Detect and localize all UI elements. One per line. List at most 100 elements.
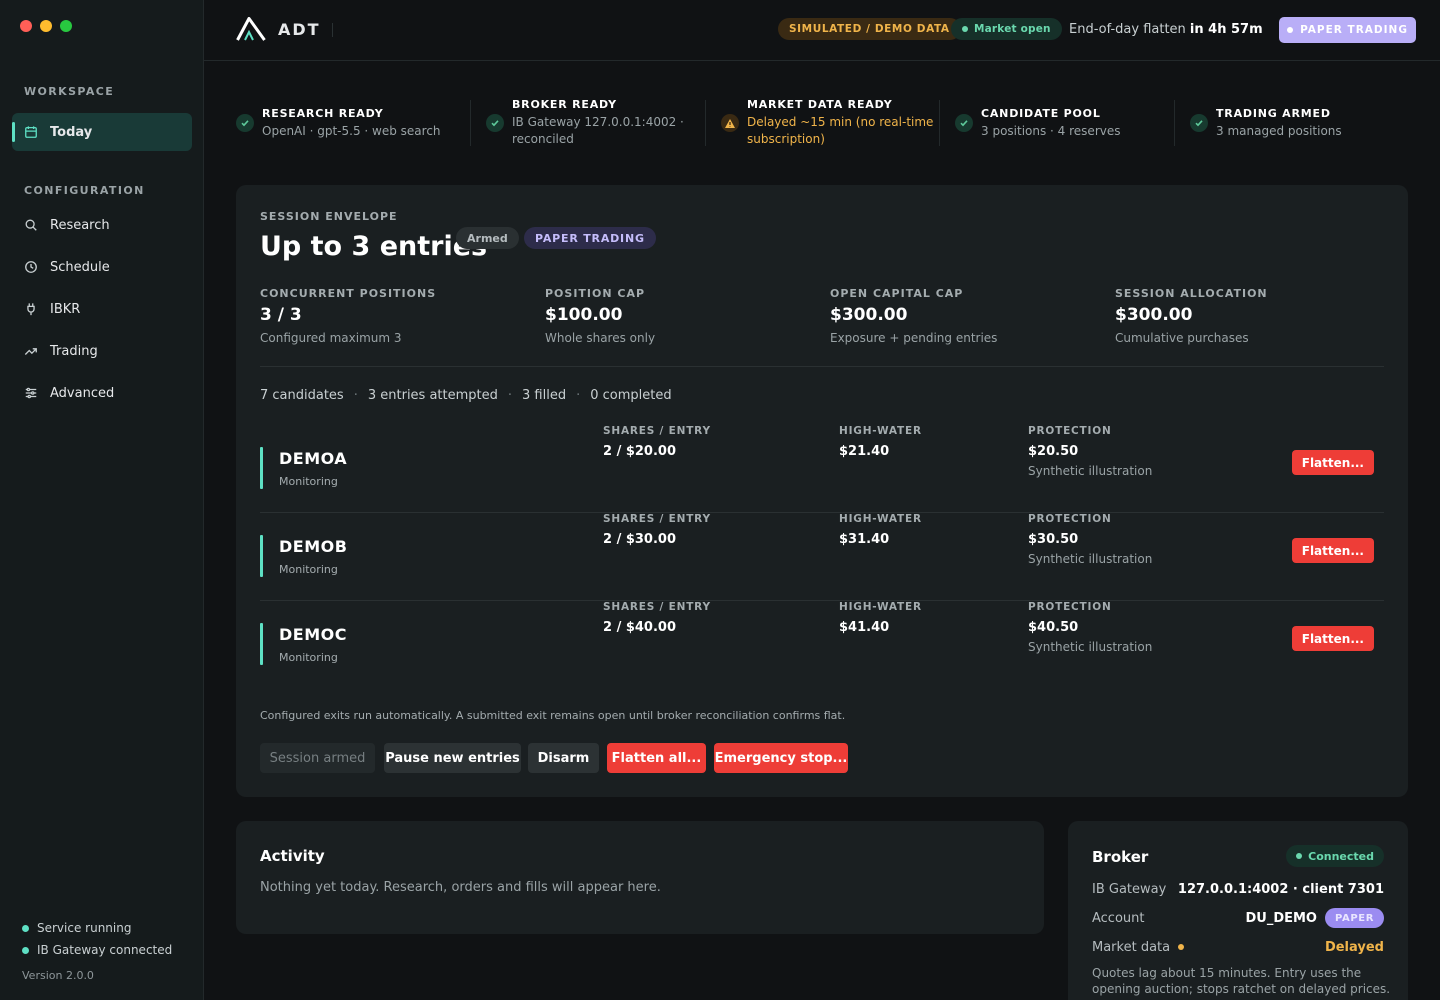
paper-trading-badge: PAPER TRADING [524,227,656,249]
position-symbol: DEMOB [279,537,348,556]
sidebar-item-label: Today [50,124,93,140]
protection-note: Synthetic illustration [1028,552,1153,566]
disarm-button[interactable]: Disarm [528,743,599,773]
market-data-detail-2: subscription) [747,132,825,146]
column-header: SHARES / ENTRY [603,601,711,613]
separator: · [353,388,358,403]
metric-sub: Exposure + pending entries [830,331,998,345]
position-state: Monitoring [279,563,338,576]
divider [332,23,333,37]
minimize-window-button[interactable] [40,20,52,32]
check-icon [486,114,504,132]
brand: ADT [236,17,321,41]
service-status: Service running [22,921,131,935]
sidebar: WORKSPACE Today CONFIGURATION Research S… [0,0,204,1000]
check-icon [1190,114,1208,132]
activity-title: Activity [260,847,325,865]
high-water-value: $31.40 [839,532,890,547]
section-label-workspace: WORKSPACE [24,85,115,98]
flatten-button[interactable]: Flatten... [1291,626,1374,651]
search-icon [25,219,37,231]
sidebar-item-schedule[interactable]: Schedule [12,248,192,286]
brand-logo-icon [236,17,266,41]
column-header: PROTECTION [1028,601,1112,613]
status-dot [1296,853,1303,859]
broker-row-gateway: IB Gateway 127.0.0.1:4002 · client 7301 [1092,879,1384,899]
sidebar-item-label: Trading [50,343,98,359]
broker-value: 127.0.0.1:4002 · client 7301 [1177,881,1384,897]
broker-key: Account [1092,910,1145,926]
activity-card: Activity Nothing yet today. Research, or… [236,821,1044,934]
pause-new-entries-button[interactable]: Pause new entries [384,743,521,773]
column-header: PROTECTION [1028,513,1112,525]
position-symbol: DEMOA [279,449,348,468]
flatten-button[interactable]: Flatten... [1291,450,1374,475]
window-controls [20,20,72,32]
broker-key-group: Market data [1092,940,1185,955]
status-dot [22,946,29,954]
section-label: SESSION ENVELOPE [260,210,398,223]
sidebar-item-trading[interactable]: Trading [12,332,192,370]
close-window-button[interactable] [20,20,32,32]
session-envelope-card: SESSION ENVELOPE Up to 3 entries Armed P… [236,185,1408,797]
position-row-demoa: DEMOA Monitoring SHARES / ENTRY 2 / $20.… [260,425,1384,513]
sidebar-item-research[interactable]: Research [12,206,192,244]
shares-entry-value: 2 / $40.00 [603,620,677,635]
summary-entries: 3 entries attempted [367,388,498,403]
column-header: HIGH-WATER [839,601,922,613]
topbar: ADT SIMULATED / DEMO DATA Market open En… [204,0,1440,61]
market-status-text: Market open [974,23,1051,35]
research-ready-title: RESEARCH READY [262,107,384,120]
sidebar-item-today[interactable]: Today [12,113,192,151]
broker-row-account: Account DU_DEMO PAPER [1092,908,1384,928]
metric-sub: Cumulative purchases [1115,331,1249,345]
broker-note: Quotes lag about 15 minutes. Entry uses … [1092,966,1391,996]
session-armed-button[interactable]: Session armed [260,743,375,773]
market-data-title: MARKET DATA READY [747,98,893,111]
position-state: Monitoring [279,651,338,664]
eod-label: End-of-day flatten [1069,22,1186,37]
protection-value: $30.50 [1028,532,1079,547]
metric-sub: Configured maximum 3 [260,331,402,345]
separator: · [576,388,581,403]
emergency-stop-button[interactable]: Emergency stop... [714,743,848,773]
protection-value: $40.50 [1028,620,1079,635]
market-data-detail: Delayed ~15 min (no real-time [747,115,934,129]
metric-label: POSITION CAP [545,287,646,300]
candidate-pool-detail: 3 positions · 4 reserves [981,124,1121,138]
status-dot [1287,27,1294,33]
sidebar-item-ibkr[interactable]: IBKR [12,290,192,328]
sidebar-item-label: IBKR [50,301,81,317]
trend-icon [24,348,37,355]
section-label-configuration: CONFIGURATION [24,184,145,197]
check-icon [236,114,254,132]
divider [470,100,471,146]
sidebar-item-advanced[interactable]: Advanced [12,374,192,412]
metric-value: $300.00 [1115,305,1193,325]
brand-name: ADT [278,19,321,39]
broker-card: Broker Connected IB Gateway 127.0.0.1:40… [1068,821,1408,1000]
broker-key: IB Gateway [1092,881,1167,897]
flatten-button[interactable]: Flatten... [1291,538,1374,563]
maximize-window-button[interactable] [60,20,72,32]
position-row-demob: DEMOB Monitoring SHARES / ENTRY 2 / $30.… [260,513,1384,601]
metric-label: CONCURRENT POSITIONS [260,287,437,300]
separator: · [507,388,513,403]
sidebar-item-label: Schedule [50,259,110,275]
metric-value: $300.00 [830,305,908,325]
check-icon [955,114,973,132]
connected-text: Connected [1308,849,1374,863]
metric-sub: Whole shares only [545,331,656,345]
service-status-text: Service running [37,921,132,935]
paper-trading-button[interactable]: PAPER TRADING [1279,17,1416,43]
paper-badge: PAPER [1324,908,1384,928]
flatten-all-button[interactable]: Flatten all... [607,743,706,773]
broker-row-market-data: Market data Delayed [1092,937,1384,957]
gateway-status: IB Gateway connected [22,943,172,957]
summary-candidates: 7 candidates [260,388,344,403]
simulated-badge: SIMULATED / DEMO DATA [778,18,961,40]
protection-note: Synthetic illustration [1028,464,1153,478]
broker-title: Broker [1092,848,1149,866]
candidate-pool-title: CANDIDATE POOL [981,107,1101,120]
metric-value: $100.00 [545,305,623,325]
